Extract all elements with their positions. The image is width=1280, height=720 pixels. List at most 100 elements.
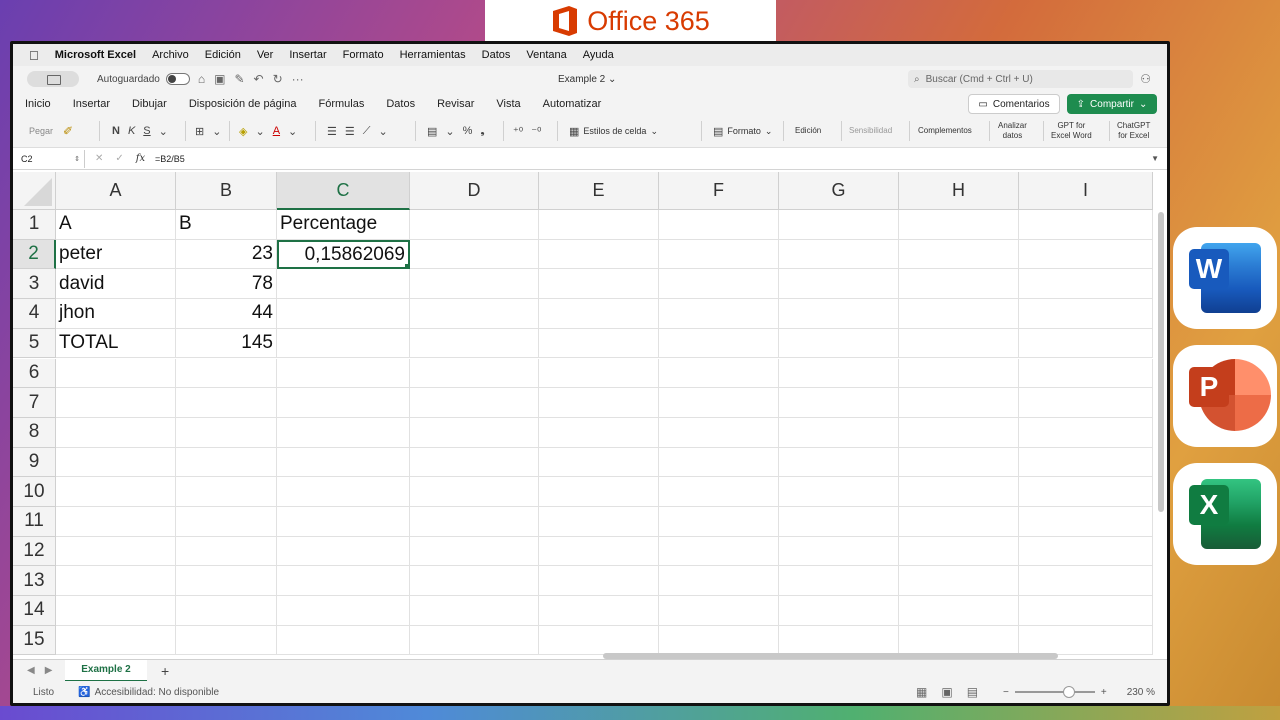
cell-f1[interactable] [659, 210, 779, 240]
row-header-2[interactable]: 2 [13, 239, 56, 270]
cell-i5[interactable] [1019, 328, 1153, 359]
edition-button[interactable]: Edición [795, 116, 821, 146]
row-header-9[interactable]: 9 [13, 447, 56, 478]
cell-g4[interactable] [779, 299, 899, 329]
cell-g15[interactable] [779, 625, 899, 656]
cell-i4[interactable] [1019, 299, 1153, 329]
cell-g6[interactable] [779, 358, 899, 389]
sheet-tab-active[interactable]: Example 2 [65, 659, 147, 682]
cell-a8[interactable] [56, 417, 176, 448]
tab-inicio[interactable]: Inicio [25, 98, 51, 110]
tab-revisar[interactable]: Revisar [437, 98, 474, 110]
cell-g2[interactable] [779, 239, 899, 270]
cell-e10[interactable] [539, 477, 659, 507]
normal-view-icon[interactable]: ▦ [916, 685, 927, 699]
cell-e12[interactable] [539, 536, 659, 567]
row-header-14[interactable]: 14 [13, 596, 56, 626]
menu-formato[interactable]: Formato [343, 49, 384, 61]
cell-g13[interactable] [779, 566, 899, 597]
row-header-13[interactable]: 13 [13, 566, 56, 597]
sensitivity-button[interactable]: Sensibilidad [849, 116, 892, 146]
font-color-dropdown-icon[interactable]: ⌄ [288, 125, 297, 138]
column-header-f[interactable]: F [659, 172, 779, 210]
cell-a4[interactable]: jhon [56, 299, 176, 329]
column-header-d[interactable]: D [410, 172, 539, 210]
cell-d3[interactable] [410, 269, 539, 300]
cell-b12[interactable] [176, 536, 277, 567]
tab-disposicion[interactable]: Disposición de página [189, 98, 297, 110]
cell-b2[interactable]: 23 [176, 239, 277, 270]
cell-h6[interactable] [899, 358, 1019, 389]
cell-b5[interactable]: 145 [176, 328, 277, 359]
cell-e6[interactable] [539, 358, 659, 389]
bold-button[interactable]: N [112, 125, 120, 137]
cell-d4[interactable] [410, 299, 539, 329]
cell-f9[interactable] [659, 447, 779, 478]
page-break-view-icon[interactable]: ▤ [967, 685, 978, 699]
borders-icon[interactable]: ⊞ [195, 125, 204, 138]
tab-vista[interactable]: Vista [496, 98, 520, 110]
cell-i8[interactable] [1019, 417, 1153, 448]
menu-ver[interactable]: Ver [257, 49, 274, 61]
align-left-icon[interactable]: ☰ [327, 125, 337, 138]
row-header-6[interactable]: 6 [13, 358, 56, 389]
cell-b11[interactable] [176, 507, 277, 537]
edit-icon[interactable]: ✎ [234, 72, 244, 86]
cell-h15[interactable] [899, 625, 1019, 656]
cell-f15[interactable] [659, 625, 779, 656]
cell-b10[interactable] [176, 477, 277, 507]
cell-h7[interactable] [899, 388, 1019, 418]
row-header-7[interactable]: 7 [13, 388, 56, 418]
row-header-5[interactable]: 5 [13, 328, 56, 359]
cell-e2[interactable] [539, 239, 659, 270]
zoom-knob[interactable] [1062, 686, 1075, 698]
sidebar-toggle-button[interactable] [27, 71, 79, 87]
cell-d5[interactable] [410, 328, 539, 359]
cell-a11[interactable] [56, 507, 176, 537]
cell-c14[interactable] [277, 596, 410, 626]
cell-a6[interactable] [56, 358, 176, 389]
tab-dibujar[interactable]: Dibujar [132, 98, 167, 110]
home-icon[interactable]: ⌂ [198, 72, 205, 86]
cell-b8[interactable] [176, 417, 277, 448]
column-header-a[interactable]: A [56, 172, 176, 210]
cell-a2[interactable]: peter [56, 239, 176, 270]
row-header-8[interactable]: 8 [13, 417, 56, 448]
cell-d8[interactable] [410, 417, 539, 448]
cell-b14[interactable] [176, 596, 277, 626]
search-input[interactable]: ⌕ Buscar (Cmd + Ctrl + U) [908, 70, 1133, 88]
row-header-15[interactable]: 15 [13, 625, 56, 656]
cell-g3[interactable] [779, 269, 899, 300]
fx-icon[interactable]: fx [136, 153, 145, 164]
cell-c4[interactable] [277, 299, 410, 329]
formula-input[interactable]: =B2/B5 [155, 154, 1151, 164]
orientation-icon[interactable]: ⟋ [363, 125, 371, 138]
cell-d1[interactable] [410, 210, 539, 240]
save-icon[interactable]: ▣ [214, 72, 225, 86]
cell-g11[interactable] [779, 507, 899, 537]
format-button[interactable]: ▤ Formato ⌄ [713, 116, 772, 146]
menu-archivo[interactable]: Archivo [152, 49, 189, 61]
orientation-dropdown-icon[interactable]: ⌄ [378, 125, 387, 138]
paste-button[interactable]: Pegar ✐ [29, 116, 73, 146]
cell-e14[interactable] [539, 596, 659, 626]
page-layout-view-icon[interactable]: ▣ [941, 685, 952, 699]
cell-g8[interactable] [779, 417, 899, 448]
analyze-data-button[interactable]: Analizar datos [998, 116, 1027, 146]
cell-h8[interactable] [899, 417, 1019, 448]
cell-h14[interactable] [899, 596, 1019, 626]
undo-icon[interactable]: ↶ [254, 72, 264, 86]
cell-b1[interactable]: B [176, 210, 277, 240]
cell-c13[interactable] [277, 566, 410, 597]
cell-a12[interactable] [56, 536, 176, 567]
cell-i11[interactable] [1019, 507, 1153, 537]
cell-a13[interactable] [56, 566, 176, 597]
cell-h11[interactable] [899, 507, 1019, 537]
zoom-level[interactable]: 230 % [1127, 687, 1155, 698]
cell-i12[interactable] [1019, 536, 1153, 567]
cell-c2[interactable]: 0,15862069 [277, 239, 410, 270]
cell-b3[interactable]: 78 [176, 269, 277, 300]
sheet-prev-icon[interactable]: ◀ [27, 665, 35, 676]
cell-a3[interactable]: david [56, 269, 176, 300]
cell-d13[interactable] [410, 566, 539, 597]
